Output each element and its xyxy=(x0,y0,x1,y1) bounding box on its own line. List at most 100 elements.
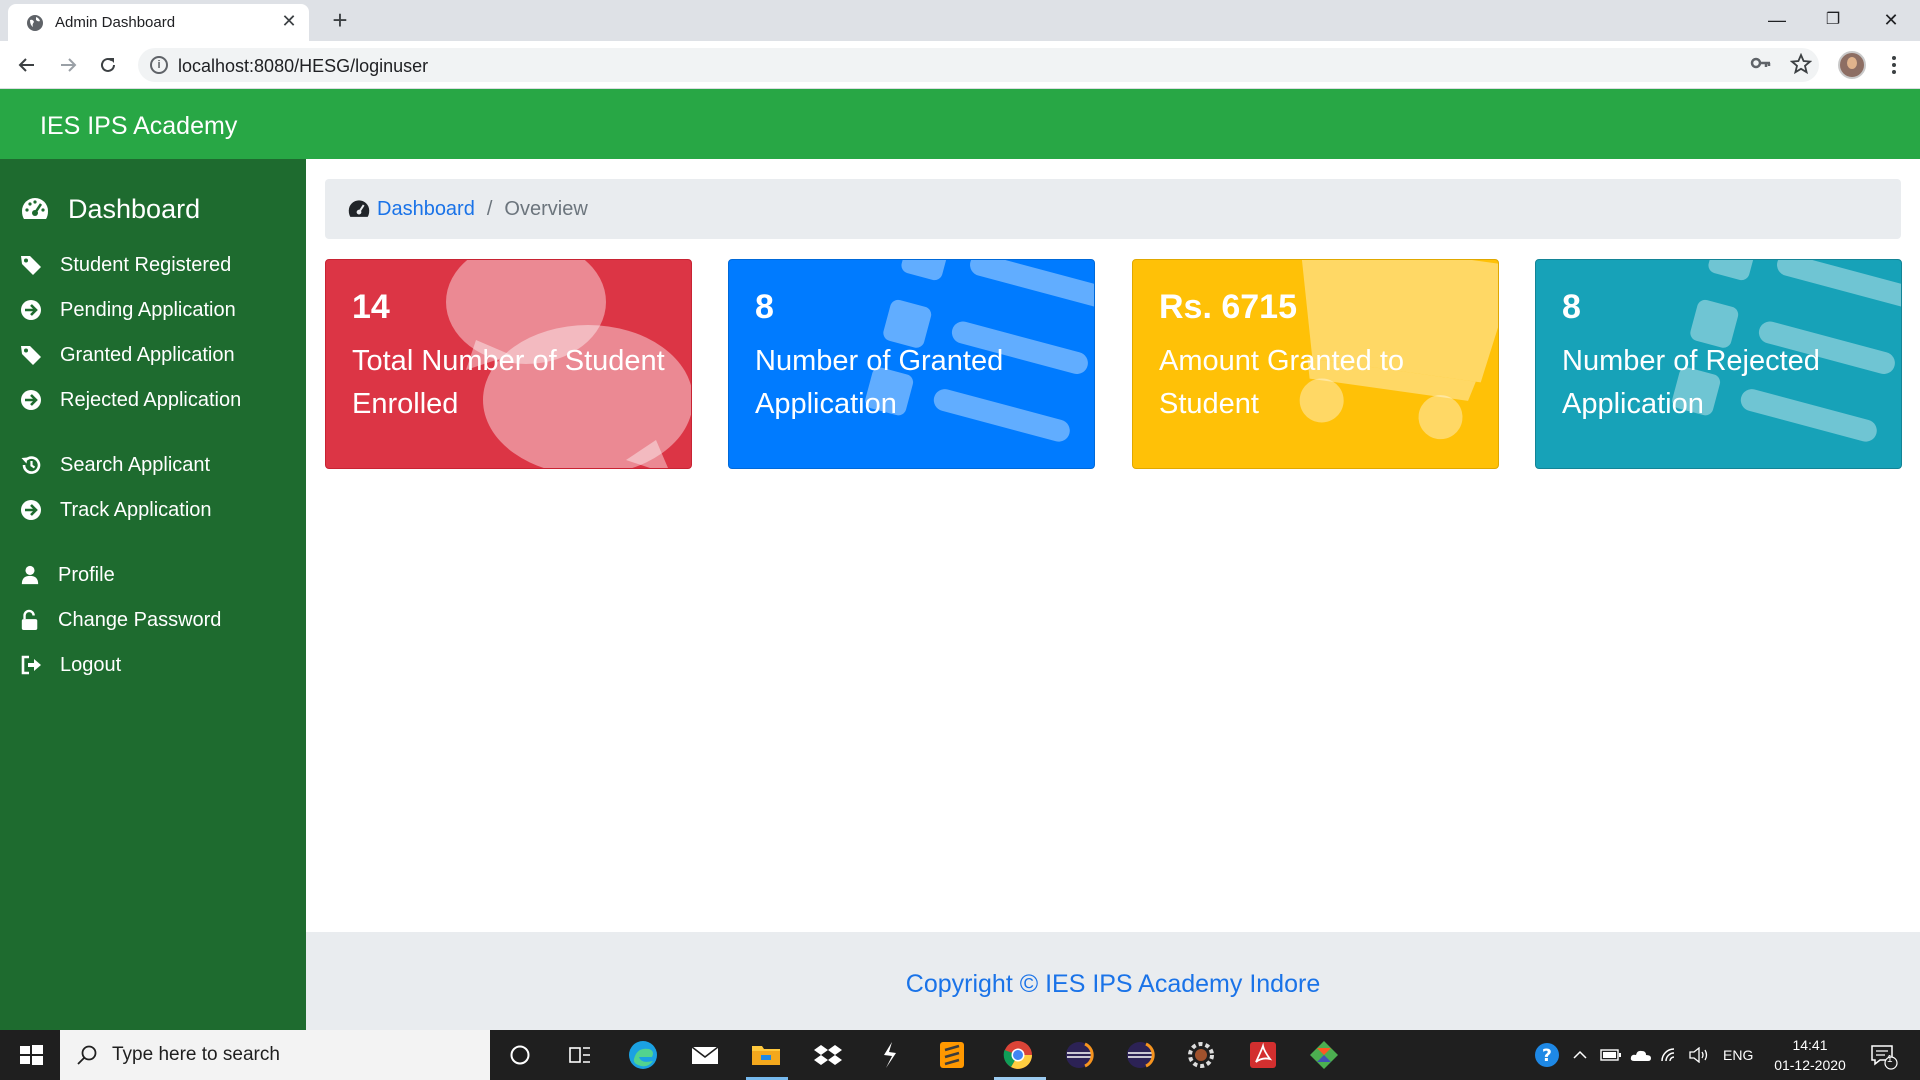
chevron-up-icon[interactable] xyxy=(1572,1030,1588,1080)
sidebar-item-label: Search Applicant xyxy=(60,453,211,476)
search-icon xyxy=(77,1045,97,1065)
copyright-text: Copyright © IES IPS Academy Indore xyxy=(905,970,1321,998)
sidebar-item-granted-application[interactable]: Granted Application xyxy=(20,340,235,370)
notification-center-button[interactable]: 1 xyxy=(1868,1030,1898,1080)
sidebar-dashboard-link[interactable]: Dashboard xyxy=(20,189,200,229)
language-indicator[interactable]: ENG xyxy=(1723,1030,1753,1080)
arrow-circle-right-icon xyxy=(21,390,41,410)
search-placeholder: Type here to search xyxy=(112,1044,280,1065)
info-icon[interactable]: i xyxy=(150,56,168,74)
onedrive-icon[interactable] xyxy=(1630,1030,1652,1080)
sidebar-item-rejected-application[interactable]: Rejected Application xyxy=(20,385,241,415)
browser-tab-strip: Admin Dashboard ✕ + — ❐ ✕ xyxy=(0,0,1920,41)
restore-button[interactable]: ❐ xyxy=(1808,0,1858,40)
url-text: localhost:8080/HESG/loginuser xyxy=(178,56,429,76)
tachometer-icon xyxy=(22,198,48,219)
chrome-icon[interactable] xyxy=(1000,1037,1036,1073)
sidebar-item-label: Rejected Application xyxy=(60,388,242,411)
sidebar-item-pending-application[interactable]: Pending Application xyxy=(20,295,236,325)
sidebar-item-label: Pending Application xyxy=(60,298,236,321)
sidebar-item-label: Profile xyxy=(58,563,115,586)
volume-icon[interactable] xyxy=(1688,1030,1710,1080)
sidebar-item-label: Change Password xyxy=(58,608,222,631)
address-bar[interactable]: i localhost:8080/HESG/loginuser xyxy=(138,48,1819,82)
profile-avatar[interactable] xyxy=(1838,51,1866,79)
more-vert-icon xyxy=(1892,56,1896,74)
notification-icon xyxy=(1871,1045,1898,1070)
clock-time: 14:41 xyxy=(1792,1037,1828,1053)
window-close-button[interactable]: ✕ xyxy=(1866,0,1916,40)
stat-label: Amount Granted to Student xyxy=(1159,345,1405,420)
user-icon xyxy=(21,565,39,585)
tab-title: Admin Dashboard xyxy=(55,14,176,31)
sidebar-item-track-application[interactable]: Track Application xyxy=(20,495,212,525)
breadcrumb-dashboard-link[interactable]: Dashboard xyxy=(377,198,475,221)
browser-toolbar: i localhost:8080/HESG/loginuser xyxy=(0,41,1920,89)
git-client-icon[interactable] xyxy=(1306,1037,1342,1073)
breadcrumb-separator: / xyxy=(486,197,493,220)
sidebar-item-profile[interactable]: Profile xyxy=(20,560,115,590)
file-explorer-icon[interactable] xyxy=(748,1037,784,1073)
notification-count: 1 xyxy=(1887,1054,1893,1065)
sidebar-item-student-registered[interactable]: Student Registered xyxy=(20,250,231,280)
sidebar-item-logout[interactable]: Logout xyxy=(20,650,121,680)
footer: Copyright © IES IPS Academy Indore xyxy=(306,932,1920,1030)
bookmark-star-icon[interactable] xyxy=(1788,52,1814,77)
stat-value: 8 xyxy=(755,288,774,326)
sidebar-heading: Dashboard xyxy=(68,193,201,224)
cortana-icon[interactable] xyxy=(502,1037,538,1073)
tab-close-button[interactable]: ✕ xyxy=(278,10,300,32)
back-button[interactable] xyxy=(11,49,43,81)
tag-icon xyxy=(21,256,41,275)
task-view-icon[interactable] xyxy=(562,1037,598,1073)
lock-icon xyxy=(21,609,38,630)
mail-icon[interactable] xyxy=(687,1037,723,1073)
stat-card-amount-granted[interactable]: Rs. 6715 Amount Granted to Student xyxy=(1132,259,1499,469)
sidebar-item-label: Student Registered xyxy=(60,253,232,276)
tachometer-icon xyxy=(348,200,370,217)
brand-link[interactable]: IES IPS Academy xyxy=(40,112,237,141)
tag-icon xyxy=(21,346,41,365)
windows-taskbar: Type here to search ? ENG 14:41 01-12-20… xyxy=(0,1030,1920,1080)
help-icon[interactable]: ? xyxy=(1532,1030,1562,1080)
reload-icon xyxy=(101,57,115,72)
history-icon xyxy=(21,456,41,474)
sidebar: Dashboard xyxy=(0,159,306,1030)
sidebar-item-label: Track Application xyxy=(60,498,212,521)
sublime-text-icon[interactable] xyxy=(934,1037,970,1073)
sidebar-item-label: Granted Application xyxy=(60,343,235,366)
dropbox-icon[interactable] xyxy=(810,1037,846,1073)
eclipse-icon[interactable] xyxy=(1061,1037,1097,1073)
new-tab-button[interactable]: + xyxy=(325,5,355,35)
windows-start-icon[interactable] xyxy=(8,1030,54,1080)
key-icon[interactable] xyxy=(1748,53,1774,77)
acrobat-reader-icon[interactable] xyxy=(1245,1037,1281,1073)
stat-label: Number of Rejected Application xyxy=(1562,345,1820,420)
stat-card-students-enrolled[interactable]: 14 Total Number of Student Enrolled xyxy=(325,259,692,469)
arrow-right-icon xyxy=(61,58,77,72)
stat-card-rejected-applications[interactable]: 8 Number of Rejected Application xyxy=(1535,259,1902,469)
breadcrumb: Dashboard / Overview xyxy=(325,179,1901,239)
app-s-icon[interactable] xyxy=(872,1037,908,1073)
sidebar-item-search-applicant[interactable]: Search Applicant xyxy=(20,450,210,480)
sidebar-item-change-password[interactable]: Change Password xyxy=(20,605,221,635)
taskbar-clock[interactable]: 14:41 01-12-2020 xyxy=(1760,1035,1860,1075)
battery-icon[interactable] xyxy=(1600,1030,1622,1080)
edge-icon[interactable] xyxy=(625,1037,661,1073)
browser-menu-button[interactable] xyxy=(1882,49,1906,81)
stat-card-granted-applications[interactable]: 8 Number of Granted Application xyxy=(728,259,1095,469)
reload-button[interactable] xyxy=(92,49,124,81)
browser-tab[interactable]: Admin Dashboard ✕ xyxy=(8,4,309,41)
forward-button[interactable] xyxy=(52,49,84,81)
stat-value: Rs. 6715 xyxy=(1159,288,1297,326)
taskbar-search-box[interactable]: Type here to search xyxy=(60,1030,490,1080)
wifi-icon[interactable] xyxy=(1660,1030,1680,1080)
stat-value: 14 xyxy=(352,288,390,326)
minimize-button[interactable]: — xyxy=(1752,0,1802,40)
globe-icon xyxy=(27,15,43,31)
eclipse-icon[interactable] xyxy=(1122,1037,1158,1073)
arrow-left-icon xyxy=(18,58,34,72)
arrow-circle-right-icon xyxy=(21,500,41,520)
clock-date: 01-12-2020 xyxy=(1774,1057,1846,1073)
settings-gear-icon[interactable] xyxy=(1183,1037,1219,1073)
